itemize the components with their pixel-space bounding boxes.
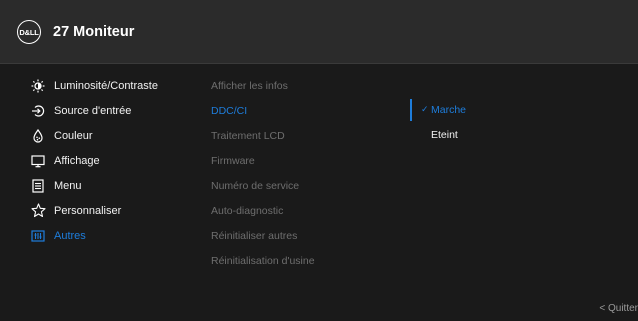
submenu-item-factory-reset[interactable]: Réinitialisation d'usine xyxy=(211,248,396,273)
color-palette-icon xyxy=(30,128,46,144)
selection-indicator xyxy=(410,99,412,121)
star-icon xyxy=(30,203,46,219)
options-panel: ✓ Marche Eteint xyxy=(410,97,610,147)
menu-item-display[interactable]: Affichage xyxy=(30,148,205,173)
menu-item-menu[interactable]: Menu xyxy=(30,173,205,198)
monitor-title: 27 Moniteur xyxy=(53,24,135,40)
menu-item-label: Menu xyxy=(54,179,82,192)
submenu: Afficher les infos DDC/CI Traitement LCD… xyxy=(211,73,396,273)
option-label: Eteint xyxy=(431,128,458,141)
submenu-item-ddcci[interactable]: DDC/CI xyxy=(211,98,396,123)
submenu-item-reset-others[interactable]: Réinitialiser autres xyxy=(211,223,396,248)
checkmark-icon: ✓ xyxy=(421,104,429,114)
quit-button[interactable]: < Quitter xyxy=(599,303,638,314)
osd-window: D&LL 27 Moniteur Luminosité/Contraste So… xyxy=(0,0,638,321)
menu-item-label: Luminosité/Contraste xyxy=(54,79,158,92)
menu-item-label: Couleur xyxy=(54,129,93,142)
menu-item-label: Source d'entrée xyxy=(54,104,132,117)
submenu-item-display-info[interactable]: Afficher les infos xyxy=(211,73,396,98)
menu-item-brightness-contrast[interactable]: Luminosité/Contraste xyxy=(30,73,205,98)
display-icon xyxy=(30,153,46,169)
submenu-item-lcd-conditioning[interactable]: Traitement LCD xyxy=(211,123,396,148)
option-label: Marche xyxy=(431,103,467,116)
brightness-icon xyxy=(30,78,46,94)
submenu-item-firmware[interactable]: Firmware xyxy=(211,148,396,173)
menu-document-icon xyxy=(30,178,46,194)
menu-item-input-source[interactable]: Source d'entrée xyxy=(30,98,205,123)
option-off[interactable]: Eteint xyxy=(410,122,610,147)
submenu-item-self-diagnostic[interactable]: Auto-diagnostic xyxy=(211,198,396,223)
main-menu: Luminosité/Contraste Source d'entrée Cou… xyxy=(30,73,205,248)
menu-item-color[interactable]: Couleur xyxy=(30,123,205,148)
others-icon xyxy=(30,228,46,244)
submenu-item-service-tag[interactable]: Numéro de service xyxy=(211,173,396,198)
menu-item-label: Affichage xyxy=(54,154,100,167)
osd-header: D&LL 27 Moniteur xyxy=(0,0,638,64)
menu-item-others[interactable]: Autres xyxy=(30,223,205,248)
menu-item-label: Personnaliser xyxy=(54,204,122,217)
option-on[interactable]: ✓ Marche xyxy=(410,97,610,122)
dell-logo: D&LL xyxy=(17,20,41,44)
input-source-icon xyxy=(30,103,46,119)
logo-text: D&LL xyxy=(19,27,39,37)
menu-item-personalize[interactable]: Personnaliser xyxy=(30,198,205,223)
menu-item-label: Autres xyxy=(54,229,86,242)
